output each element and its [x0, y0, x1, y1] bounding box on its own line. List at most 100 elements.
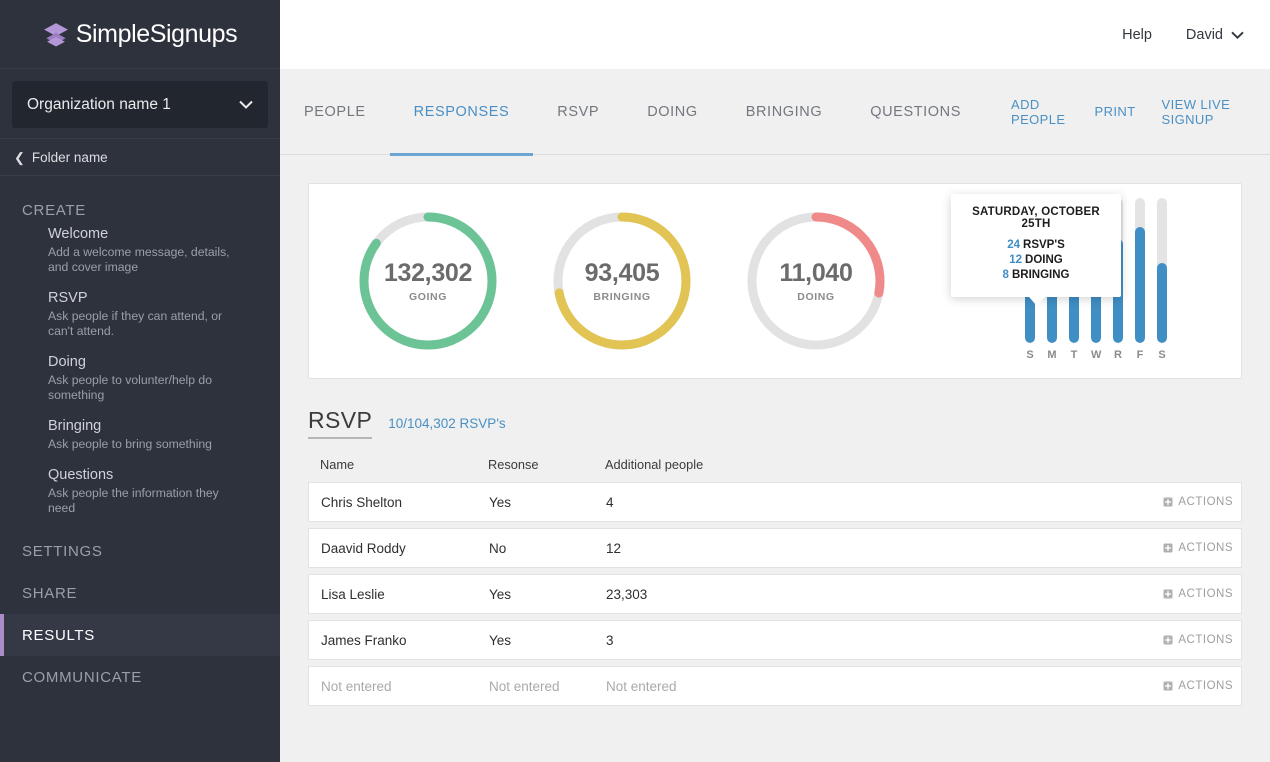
- sidebar-section-create: CREATE: [22, 202, 86, 219]
- table-column-headers: Name Resonse Additional people: [308, 439, 1242, 482]
- sidebar-item-rsvp[interactable]: RSVP Ask people if they can attend, or c…: [48, 289, 280, 353]
- plus-square-icon: [1163, 497, 1173, 507]
- organization-select[interactable]: Organization name 1: [12, 81, 268, 128]
- tooltip-number: 8: [1002, 269, 1009, 281]
- sidebar-item-settings[interactable]: SETTINGS: [0, 530, 280, 572]
- org-select-container: Organization name 1: [0, 69, 280, 138]
- bar-label: W: [1091, 349, 1102, 361]
- sidebar-item-doing[interactable]: Doing Ask people to volunter/help do som…: [48, 353, 280, 417]
- donut-value: 93,405: [584, 259, 660, 287]
- tab-label: RESPONSES: [413, 103, 510, 120]
- main-area: Help David PEOPLE RESPONSES RSVP DOING B…: [280, 0, 1270, 762]
- plus-square-icon: [1163, 589, 1173, 599]
- actions-label: ACTIONS: [1178, 496, 1233, 508]
- tab-responses[interactable]: RESPONSES: [389, 69, 534, 156]
- bar-tooltip: SATURDAY, OCTOBER 25TH 24 RSVP'S 12 DOING …: [951, 194, 1121, 306]
- actions-button[interactable]: ACTIONS: [1163, 634, 1233, 646]
- nav-label: SHARE: [22, 584, 78, 602]
- table-row[interactable]: Lisa Leslie Yes 23,303 ACTIONS: [308, 574, 1242, 614]
- bar-label: R: [1114, 349, 1122, 361]
- folder-breadcrumb[interactable]: ❮ Folder name: [0, 138, 280, 176]
- sidebar-item-communicate[interactable]: COMMUNICATE: [0, 656, 280, 698]
- sidebar-item-welcome[interactable]: Welcome Add a welcome message, details, …: [48, 225, 280, 289]
- actions-label: ACTIONS: [1178, 680, 1233, 692]
- rsvp-header: RSVP 10/104,302 RSVP's: [308, 379, 1242, 439]
- rsvp-count[interactable]: 10/104,302 RSVP's: [388, 416, 505, 431]
- rsvp-title: RSVP: [308, 407, 373, 439]
- sidebar-item-questions[interactable]: Questions Ask people the information the…: [48, 466, 280, 530]
- cell-name: Daavid Roddy: [321, 540, 406, 556]
- actions-button[interactable]: ACTIONS: [1163, 496, 1233, 508]
- sidebar: SimpleSignups Organization name 1 ❮ Fold…: [0, 0, 280, 762]
- cell-name: Chris Shelton: [321, 494, 403, 510]
- cell-additional: Not entered: [606, 678, 677, 694]
- actions-button[interactable]: ACTIONS: [1163, 542, 1233, 554]
- bar-fill: [1157, 263, 1167, 343]
- table-row[interactable]: Not entered Not entered Not entered ACTIONS: [308, 666, 1242, 706]
- cell-response: Not entered: [489, 678, 560, 694]
- bar-track: [1135, 198, 1145, 343]
- tab-rsvp[interactable]: RSVP: [533, 69, 623, 155]
- table-row[interactable]: Chris Shelton Yes 4 ACTIONS: [308, 482, 1242, 522]
- item-desc: Add a welcome message, details, and cove…: [48, 245, 230, 274]
- folder-name: Folder name: [31, 149, 108, 165]
- tab-action-links: ADD PEOPLE PRINT VIEW LIVE SIGNUP: [985, 97, 1244, 127]
- tab-bringing[interactable]: BRINGING: [722, 69, 847, 155]
- actions-button[interactable]: ACTIONS: [1163, 680, 1233, 692]
- bar-label: S: [1158, 349, 1166, 361]
- donut-value: 132,302: [383, 259, 473, 287]
- create-item-list: Welcome Add a welcome message, details, …: [0, 225, 280, 530]
- item-desc: Ask people the information they need: [48, 486, 219, 515]
- tooltip-number: 24: [1007, 239, 1021, 251]
- item-title: Bringing: [48, 418, 102, 434]
- brand-logo[interactable]: SimpleSignups: [0, 0, 280, 69]
- add-people-link[interactable]: ADD PEOPLE: [1011, 97, 1069, 127]
- tooltip-label: BRINGING: [1011, 269, 1070, 281]
- summary-card: 132,302 GOING 93,405 BRINGING 11,040 DOI…: [308, 183, 1242, 379]
- content-area: 132,302 GOING 93,405 BRINGING 11,040 DOI…: [280, 155, 1270, 762]
- view-live-signup-link[interactable]: VIEW LIVE SIGNUP: [1162, 97, 1244, 127]
- tooltip-row: 24 RSVP'S: [961, 238, 1111, 253]
- tab-doing[interactable]: DOING: [623, 69, 722, 155]
- chevron-left-icon: ❮: [14, 149, 25, 165]
- tab-label: QUESTIONS: [870, 103, 962, 120]
- actions-button[interactable]: ACTIONS: [1163, 588, 1233, 600]
- bar-column[interactable]: [1135, 198, 1145, 343]
- donut-label: DOING: [797, 291, 835, 303]
- tooltip-label: DOING: [1025, 254, 1063, 266]
- app-root: SimpleSignups Organization name 1 ❮ Fold…: [0, 0, 1270, 762]
- column-header-additional: Additional people: [605, 457, 704, 472]
- donut-bringing: 93,405 BRINGING: [549, 208, 695, 354]
- help-link[interactable]: Help: [1122, 27, 1152, 43]
- bar-column[interactable]: [1157, 198, 1167, 343]
- bar-fill: [1135, 227, 1145, 343]
- bar-label: M: [1047, 349, 1057, 361]
- cell-additional: 4: [606, 494, 614, 510]
- plus-square-icon: [1163, 543, 1173, 553]
- sidebar-item-bringing[interactable]: Bringing Ask people to bring something: [48, 417, 280, 466]
- layers-icon: [43, 23, 68, 47]
- donut-going: 132,302 GOING: [355, 208, 501, 354]
- cell-response: No: [489, 540, 507, 556]
- table-row[interactable]: James Franko Yes 3 ACTIONS: [308, 620, 1242, 660]
- bar-label: F: [1136, 349, 1144, 361]
- nav-label: COMMUNICATE: [22, 668, 142, 686]
- tooltip-row: 12 DOING: [961, 253, 1111, 268]
- table-row[interactable]: Daavid Roddy No 12 ACTIONS: [308, 528, 1242, 568]
- sidebar-item-share[interactable]: SHARE: [0, 572, 280, 614]
- print-link[interactable]: PRINT: [1095, 104, 1136, 119]
- nav-label: SETTINGS: [22, 542, 103, 560]
- bar-axis-labels: S M T WR F S: [1019, 343, 1219, 361]
- bar-track: [1157, 198, 1167, 343]
- user-menu[interactable]: David: [1186, 27, 1244, 43]
- item-title: Questions: [48, 467, 114, 483]
- donut-value: 11,040: [779, 259, 853, 287]
- brand-name: SimpleSignups: [75, 19, 238, 48]
- column-header-name: Name: [320, 457, 355, 472]
- sidebar-item-results[interactable]: RESULTS: [0, 614, 280, 656]
- tab-people[interactable]: PEOPLE: [280, 69, 390, 155]
- tab-questions[interactable]: QUESTIONS: [846, 69, 985, 155]
- cell-additional: 3: [606, 632, 614, 648]
- cell-additional: 23,303: [606, 586, 648, 602]
- actions-label: ACTIONS: [1178, 588, 1233, 600]
